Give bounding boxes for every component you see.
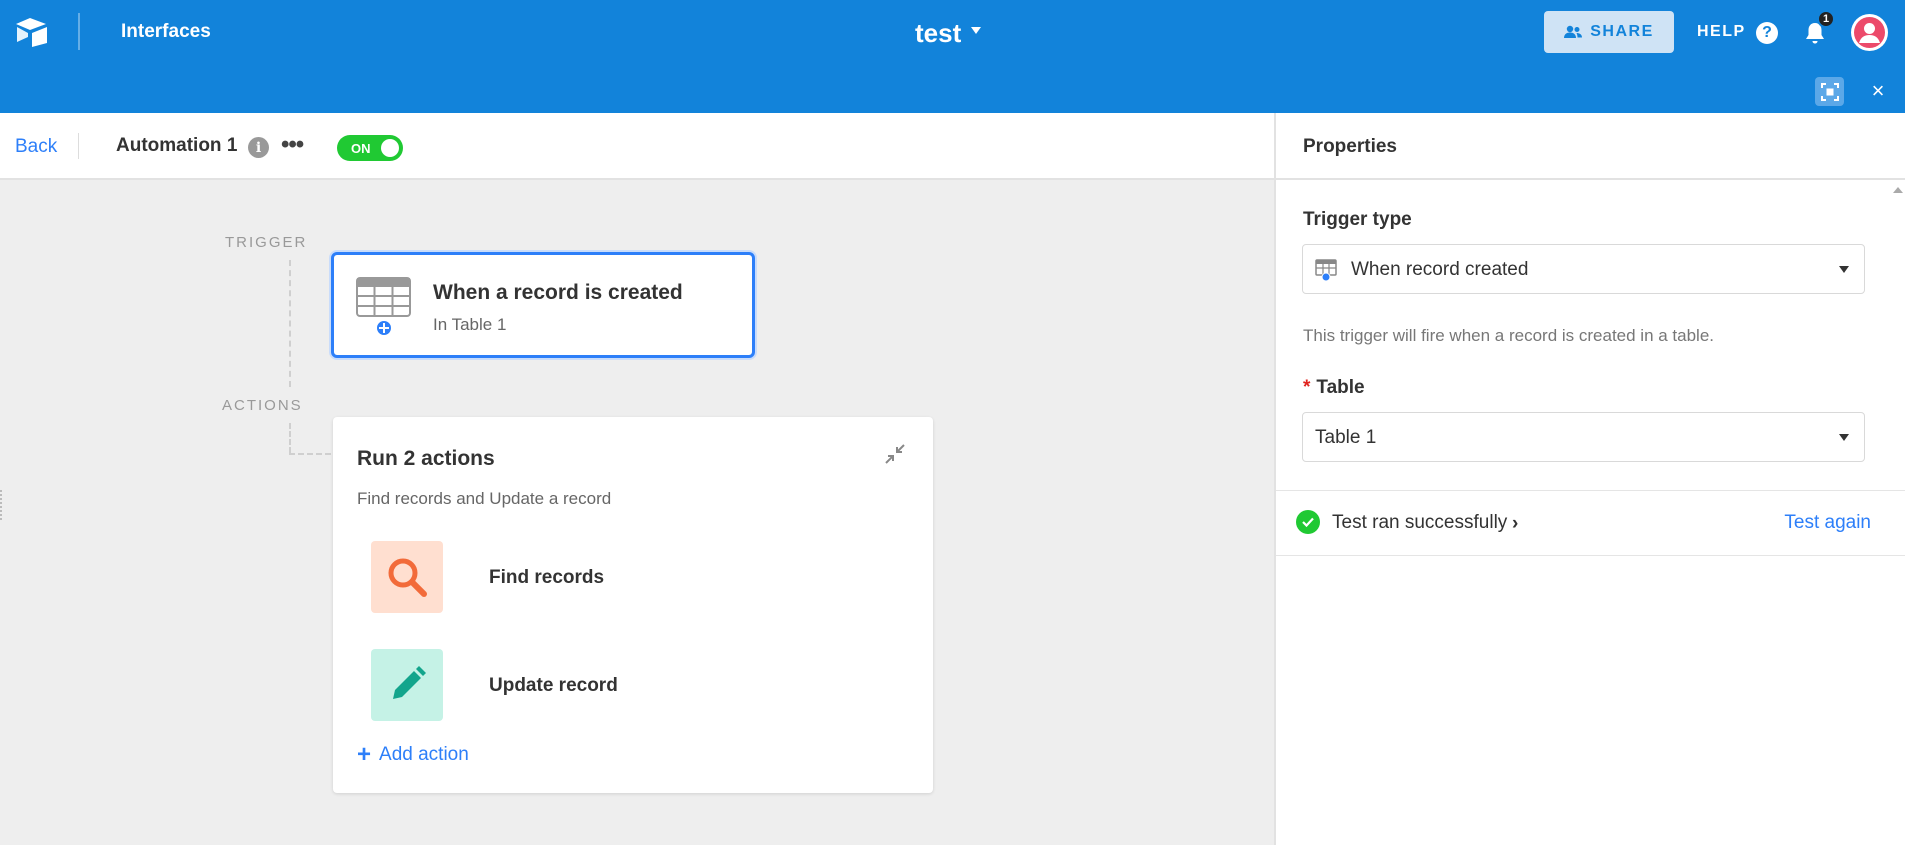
test-status[interactable]: Test ran successfully bbox=[1332, 512, 1507, 534]
test-again-link[interactable]: Test again bbox=[1784, 512, 1871, 534]
interfaces-link[interactable]: Interfaces bbox=[121, 21, 211, 43]
properties-panel: Properties Trigger type When record crea… bbox=[1274, 113, 1905, 845]
focus-icon bbox=[1820, 82, 1839, 101]
trigger-title: When a record is created bbox=[433, 281, 683, 304]
trigger-section-label: TRIGGER bbox=[225, 234, 308, 251]
avatar[interactable] bbox=[1851, 14, 1888, 51]
properties-header: Properties bbox=[1276, 113, 1905, 180]
divider bbox=[1276, 555, 1905, 556]
header-divider bbox=[78, 133, 79, 159]
chevron-right-icon[interactable]: › bbox=[1512, 513, 1518, 535]
update-record-icon-tile bbox=[371, 649, 443, 721]
automation-header: Back Automation 1 i ••• ON bbox=[0, 113, 1274, 180]
collapse-icon[interactable] bbox=[883, 442, 907, 466]
actions-section-label: ACTIONS bbox=[222, 397, 303, 414]
check-icon bbox=[1302, 517, 1314, 528]
check-circle-icon bbox=[1296, 510, 1320, 534]
base-menu-caret-icon[interactable] bbox=[971, 27, 981, 34]
connector-line bbox=[289, 453, 331, 455]
help-icon[interactable]: ? bbox=[1756, 22, 1778, 44]
help-link[interactable]: HELP bbox=[1697, 23, 1746, 41]
table-select[interactable]: Table 1 bbox=[1302, 412, 1865, 462]
add-action-label: Add action bbox=[379, 744, 469, 765]
trigger-subtitle: In Table 1 bbox=[433, 315, 507, 334]
actions-card[interactable]: Run 2 actions Find records and Update a … bbox=[333, 417, 933, 793]
users-icon bbox=[1564, 25, 1583, 38]
back-link[interactable]: Back bbox=[15, 136, 57, 158]
trigger-description: This trigger will fire when a record is … bbox=[1303, 326, 1715, 345]
action-label: Update record bbox=[489, 675, 618, 696]
top-bar: Interfaces test SHARE HELP ? 1 × bbox=[0, 0, 1905, 113]
automation-on-toggle[interactable]: ON bbox=[337, 135, 403, 161]
user-avatar-icon bbox=[1854, 17, 1885, 48]
resize-handle[interactable] bbox=[0, 490, 3, 520]
logo-divider bbox=[78, 13, 80, 50]
fullscreen-button[interactable] bbox=[1815, 77, 1844, 106]
more-options-icon[interactable]: ••• bbox=[281, 131, 304, 159]
find-records-icon-tile bbox=[371, 541, 443, 613]
automation-name[interactable]: Automation 1 bbox=[116, 135, 237, 157]
info-icon[interactable]: i bbox=[248, 137, 269, 158]
scroll-up-icon[interactable] bbox=[1893, 187, 1903, 193]
trigger-type-label: Trigger type bbox=[1303, 209, 1412, 230]
required-mark: * bbox=[1303, 377, 1311, 398]
actions-title: Run 2 actions bbox=[357, 447, 495, 470]
chevron-down-icon bbox=[1839, 434, 1849, 441]
chevron-down-icon bbox=[1839, 266, 1849, 273]
trigger-type-value: When record created bbox=[1351, 259, 1529, 280]
test-status-row: Test ran successfully › Test again bbox=[1276, 491, 1905, 555]
trigger-type-select[interactable]: When record created bbox=[1302, 244, 1865, 294]
action-label: Find records bbox=[489, 567, 605, 588]
search-icon bbox=[388, 558, 427, 597]
action-item-find-records[interactable]: Find records bbox=[371, 541, 901, 613]
table-label: * Table bbox=[1303, 377, 1365, 399]
close-icon[interactable]: × bbox=[1866, 78, 1890, 103]
table-label-text: Table bbox=[1316, 377, 1365, 398]
notification-badge: 1 bbox=[1817, 10, 1836, 28]
plus-icon: + bbox=[357, 741, 372, 768]
add-action-button[interactable]: + Add action bbox=[357, 743, 469, 767]
toggle-knob bbox=[381, 139, 399, 157]
properties-title: Properties bbox=[1303, 136, 1397, 157]
action-item-update-record[interactable]: Update record bbox=[371, 649, 901, 721]
connector-line bbox=[289, 423, 291, 453]
airtable-logo-icon[interactable] bbox=[14, 16, 50, 48]
base-name[interactable]: test bbox=[915, 18, 961, 49]
table-record-created-icon bbox=[356, 277, 411, 337]
table-record-created-icon bbox=[1315, 259, 1337, 282]
toggle-label: ON bbox=[351, 141, 371, 156]
share-label: SHARE bbox=[1590, 23, 1654, 40]
connector-line bbox=[289, 260, 291, 387]
actions-subtitle: Find records and Update a record bbox=[357, 489, 612, 508]
pencil-icon bbox=[393, 666, 426, 699]
trigger-card[interactable]: When a record is created In Table 1 bbox=[331, 252, 755, 358]
table-value: Table 1 bbox=[1315, 427, 1377, 448]
share-button[interactable]: SHARE bbox=[1544, 11, 1674, 53]
